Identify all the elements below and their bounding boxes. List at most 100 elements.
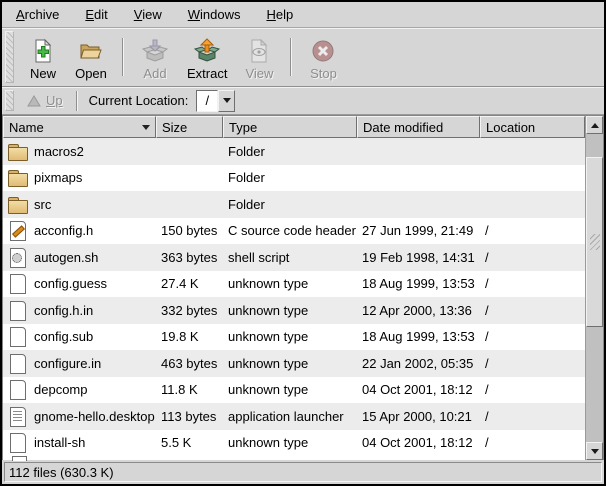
up-button[interactable]: Up	[21, 91, 69, 110]
column-header-name-label: Name	[9, 120, 44, 135]
vertical-scrollbar[interactable]	[585, 116, 603, 460]
menu-view[interactable]: View	[126, 3, 170, 26]
file-name: config.guess	[34, 276, 107, 291]
toolbar-separator	[290, 38, 292, 76]
file-icon	[8, 300, 28, 321]
file-date: 04 Oct 2001, 18:12	[357, 377, 480, 404]
file-location	[480, 138, 585, 165]
file-size: 150 bytes	[156, 218, 223, 245]
file-location: /	[480, 244, 585, 271]
location-combo-value[interactable]: /	[196, 90, 218, 112]
menu-archive[interactable]: Archive	[8, 3, 67, 26]
table-row[interactable]: gnome-hello.desktop 113 bytes applicatio…	[3, 403, 585, 430]
extract-button[interactable]: Extract	[181, 31, 233, 83]
file-size	[156, 165, 223, 192]
toolbar-drag-handle[interactable]	[5, 31, 14, 83]
name-cell: configure.in	[3, 350, 156, 377]
column-header-size[interactable]: Size	[156, 116, 223, 138]
name-cell: config.sub	[3, 324, 156, 351]
file-location: /	[480, 377, 585, 404]
column-header-type[interactable]: Type	[223, 116, 357, 138]
file-name: config.sub	[34, 329, 93, 344]
file-size: 27.4 K	[156, 271, 223, 298]
add-files-icon	[142, 38, 168, 64]
location-bar-drag-handle[interactable]	[5, 90, 14, 111]
file-location: /	[480, 430, 585, 455]
view-button-label: View	[245, 66, 273, 81]
file-size: 363 bytes	[156, 244, 223, 271]
name-cell: macros2	[3, 138, 156, 165]
table-row[interactable]: config.sub 19.8 K unknown type 18 Aug 19…	[3, 324, 585, 351]
table-row[interactable]: acconfig.h 150 bytes C source code heade…	[3, 218, 585, 245]
table-row[interactable]: config.guess 27.4 K unknown type 18 Aug …	[3, 271, 585, 298]
file-type: Folder	[223, 191, 357, 218]
file-type: Folder	[223, 138, 357, 165]
file-size: 19.8 K	[156, 324, 223, 351]
status-text: 112 files (630.3 K)	[9, 465, 114, 480]
scrollbar-up-button[interactable]	[586, 116, 603, 134]
file-name: pixmaps	[34, 170, 82, 185]
scrollbar-down-button[interactable]	[586, 442, 603, 460]
file-location	[480, 191, 585, 218]
file-icon	[8, 141, 28, 162]
file-type: unknown type	[223, 350, 357, 377]
file-name: depcomp	[34, 382, 87, 397]
view-file-icon	[246, 38, 272, 64]
scrollbar-thumb[interactable]	[586, 157, 603, 327]
name-cell: install-sh	[3, 430, 156, 455]
file-date: 04 Oct 2001, 18:12	[357, 430, 480, 455]
file-size: 463 bytes	[156, 350, 223, 377]
file-date: 12 Apr 2000, 13:36	[357, 297, 480, 324]
dropdown-arrow-icon	[223, 98, 231, 103]
new-button[interactable]: New	[21, 31, 65, 83]
table-row[interactable]: autogen.sh 363 bytes shell script 19 Feb…	[3, 244, 585, 271]
table-row[interactable]: macros2 Folder	[3, 138, 585, 165]
scrollbar-track[interactable]	[586, 134, 603, 442]
toolbar: New Open Add Extract	[2, 28, 604, 87]
file-icon	[8, 273, 28, 294]
file-list-column: Name Size Type Date modified Location ma…	[3, 116, 585, 460]
file-table: Name Size Type Date modified Location ma…	[2, 115, 604, 460]
name-cell: pixmaps	[3, 165, 156, 192]
file-date: 19 Feb 1998, 14:31	[357, 244, 480, 271]
file-icon	[8, 326, 28, 347]
file-icon	[8, 220, 28, 241]
table-row[interactable]: src Folder	[3, 191, 585, 218]
table-row[interactable]: configure.in 463 bytes unknown type 22 J…	[3, 350, 585, 377]
status-frame: 112 files (630.3 K)	[4, 462, 602, 482]
column-header-date-modified[interactable]: Date modified	[357, 116, 480, 138]
menu-windows[interactable]: Windows	[180, 3, 249, 26]
open-button[interactable]: Open	[69, 31, 113, 83]
file-icon	[8, 379, 28, 400]
table-row[interactable]: config.h.in 332 bytes unknown type 12 Ap…	[3, 297, 585, 324]
view-button[interactable]: View	[237, 31, 281, 83]
table-row[interactable]: depcomp 11.8 K unknown type 04 Oct 2001,…	[3, 377, 585, 404]
up-arrow-icon	[27, 95, 41, 107]
file-type: unknown type	[223, 324, 357, 351]
location-combo-button[interactable]	[218, 90, 235, 112]
file-name: config.h.in	[34, 303, 93, 318]
stop-icon	[310, 38, 336, 64]
file-type: unknown type	[223, 271, 357, 298]
file-icon	[8, 432, 28, 453]
column-header-location[interactable]: Location	[480, 116, 585, 138]
open-archive-icon	[78, 38, 104, 64]
toolbar-separator	[122, 38, 124, 76]
table-row[interactable]: install-sh 5.5 K unknown type 04 Oct 200…	[3, 430, 585, 455]
file-location: /	[480, 271, 585, 298]
add-button[interactable]: Add	[133, 31, 177, 83]
new-archive-icon	[30, 38, 56, 64]
file-type: Folder	[223, 165, 357, 192]
file-location: /	[480, 403, 585, 430]
column-header-name[interactable]: Name	[3, 116, 156, 138]
up-button-label: Up	[46, 93, 63, 108]
file-type: C source code header	[223, 218, 357, 245]
menu-help[interactable]: Help	[258, 3, 301, 26]
stop-button[interactable]: Stop	[301, 31, 345, 83]
name-cell: config.guess	[3, 271, 156, 298]
extract-icon	[194, 38, 220, 64]
archive-manager-window: { "window": { "title": "Archive Manager …	[0, 0, 606, 486]
table-row[interactable]: pixmaps Folder	[3, 165, 585, 192]
menu-edit[interactable]: Edit	[77, 3, 115, 26]
name-cell: src	[3, 191, 156, 218]
